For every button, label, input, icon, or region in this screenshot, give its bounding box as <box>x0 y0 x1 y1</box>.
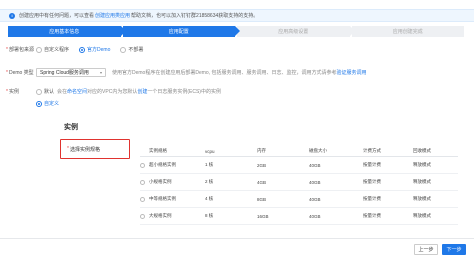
instance-default-hint: 会在命名空间对应的VPC内为您默认创建一个日志服务实例(ECS)中的实例 <box>57 89 221 95</box>
cell-vcpu: 8 核 <box>205 213 214 218</box>
notice-text-mid: 帮助文档，也可以加入钉钉群21858634获取支持的支持。 <box>131 13 259 19</box>
demo-type-row: *Demo 类型 Spring Cloud服务调用 ▾ 使用官方Demo程序在创… <box>6 68 367 77</box>
cell-recycle: 释放模式 <box>413 162 431 167</box>
radio-dot-icon <box>36 46 42 53</box>
row-radio[interactable] <box>140 196 145 202</box>
demo-type-hint: 使用官方Demo程序在创建应用后部署Demo, 包括服务调用、服务调用、日志、监… <box>112 70 367 76</box>
table-header: 实例规格 vcpu 内存 磁盘大小 计费方式 回收模式 <box>140 146 458 157</box>
instance-section-title: 实例 <box>64 124 78 131</box>
step-basic-info: 应用基本信息 <box>8 26 125 37</box>
col-disk: 磁盘大小 <box>309 148 327 153</box>
step-advanced-settings: 应用高级设置 <box>237 26 354 37</box>
table-row[interactable]: 大规格实例 8 核 16GB 40GB 按量计费 释放模式 <box>140 208 458 225</box>
cell-memory: 2GB <box>257 162 267 168</box>
instance-row: *实例 默认 会在命名空间对应的VPC内为您默认创建一个日志服务实例(ECS)中… <box>6 88 221 95</box>
footer-divider <box>0 238 474 239</box>
table-row[interactable]: 小规格实例 2 核 4GB 40GB 按量计费 释放模式 <box>140 174 458 191</box>
instance-label: *实例 <box>6 89 19 95</box>
wizard-steps: 应用基本信息 应用配置 应用高级设置 应用创建完成 <box>8 26 466 37</box>
radio-dot-icon <box>79 46 86 53</box>
source-option-none[interactable]: 不部署 <box>120 46 143 53</box>
table-row[interactable]: 超小规格实例 1 核 2GB 40GB 按量计费 释放模式 <box>140 157 458 174</box>
instance-option-default[interactable]: 默认 <box>36 88 54 95</box>
cell-billing: 按量计费 <box>363 196 381 201</box>
cell-memory: 8GB <box>257 196 267 202</box>
radio-dot-icon <box>120 46 127 53</box>
radio-dot-icon <box>36 100 42 107</box>
col-memory: 内存 <box>257 148 266 153</box>
next-button[interactable]: 下一步 <box>442 244 466 255</box>
row-radio[interactable] <box>140 213 145 219</box>
cell-recycle: 释放模式 <box>413 213 431 218</box>
demo-type-select[interactable]: Spring Cloud服务调用 ▾ <box>36 68 106 77</box>
cell-disk: 40GB <box>309 213 321 219</box>
table-row[interactable]: 中等规格实例 4 核 8GB 40GB 按量计费 释放模式 <box>140 191 458 208</box>
notice-text-before: 创建应用中有任何问题，可以查看 <box>19 13 95 19</box>
step-complete: 应用创建完成 <box>351 26 464 37</box>
cell-billing: 按量计费 <box>363 179 381 184</box>
instance-spec-table: 实例规格 vcpu 内存 磁盘大小 计费方式 回收模式 超小规格实例 1 核 2… <box>140 146 458 225</box>
notice-bar: i 创建应用中有任何问题，可以查看 创建应用类应用 帮助文档，也可以加入钉钉群2… <box>0 9 474 22</box>
cell-billing: 按量计费 <box>363 162 381 167</box>
notice-link[interactable]: 创建应用类应用 <box>95 12 130 19</box>
cell-spec: 中等规格实例 <box>149 196 176 201</box>
source-label: *部署包来源 <box>6 47 34 53</box>
cell-spec: 大规格实例 <box>149 213 172 218</box>
row-radio[interactable] <box>140 179 145 185</box>
col-recycle: 回收模式 <box>413 148 431 153</box>
instance-option-custom[interactable]: 自定义 <box>36 100 59 107</box>
cell-memory: 16GB <box>257 213 269 219</box>
chevron-down-icon: ▾ <box>99 70 102 75</box>
col-vcpu: vcpu <box>205 148 215 154</box>
cell-spec: 超小规格实例 <box>149 162 176 167</box>
source-row: *部署包来源 自定义程序 官方Demo 不部署 <box>6 46 153 53</box>
cell-recycle: 释放模式 <box>413 196 431 201</box>
prev-button[interactable]: 上一步 <box>414 244 438 255</box>
cell-recycle: 释放模式 <box>413 179 431 184</box>
spec-label: 选择实例规格 <box>69 146 100 153</box>
col-billing: 计费方式 <box>363 148 381 153</box>
cell-billing: 按量计费 <box>363 213 381 218</box>
cell-memory: 4GB <box>257 179 267 185</box>
spec-highlight-box: * 选择实例规格 <box>60 139 130 159</box>
cell-vcpu: 2 核 <box>205 179 214 184</box>
source-option-custom[interactable]: 自定义程序 <box>36 46 69 53</box>
demo-hint-link[interactable]: 验证服务调用 <box>336 70 366 76</box>
row-radio[interactable] <box>140 162 145 168</box>
col-spec: 实例规格 <box>149 148 167 153</box>
radio-dot-icon <box>36 88 42 95</box>
instance-custom-row: 自定义 <box>36 100 69 107</box>
source-option-demo[interactable]: 官方Demo <box>79 46 110 53</box>
cell-disk: 40GB <box>309 179 321 185</box>
step-app-config: 应用配置 <box>122 26 240 37</box>
info-icon: i <box>9 12 15 19</box>
cell-spec: 小规格实例 <box>149 179 172 184</box>
cell-disk: 40GB <box>309 162 321 168</box>
cell-vcpu: 1 核 <box>205 162 214 167</box>
cell-vcpu: 4 核 <box>205 196 214 201</box>
cell-disk: 40GB <box>309 196 321 202</box>
